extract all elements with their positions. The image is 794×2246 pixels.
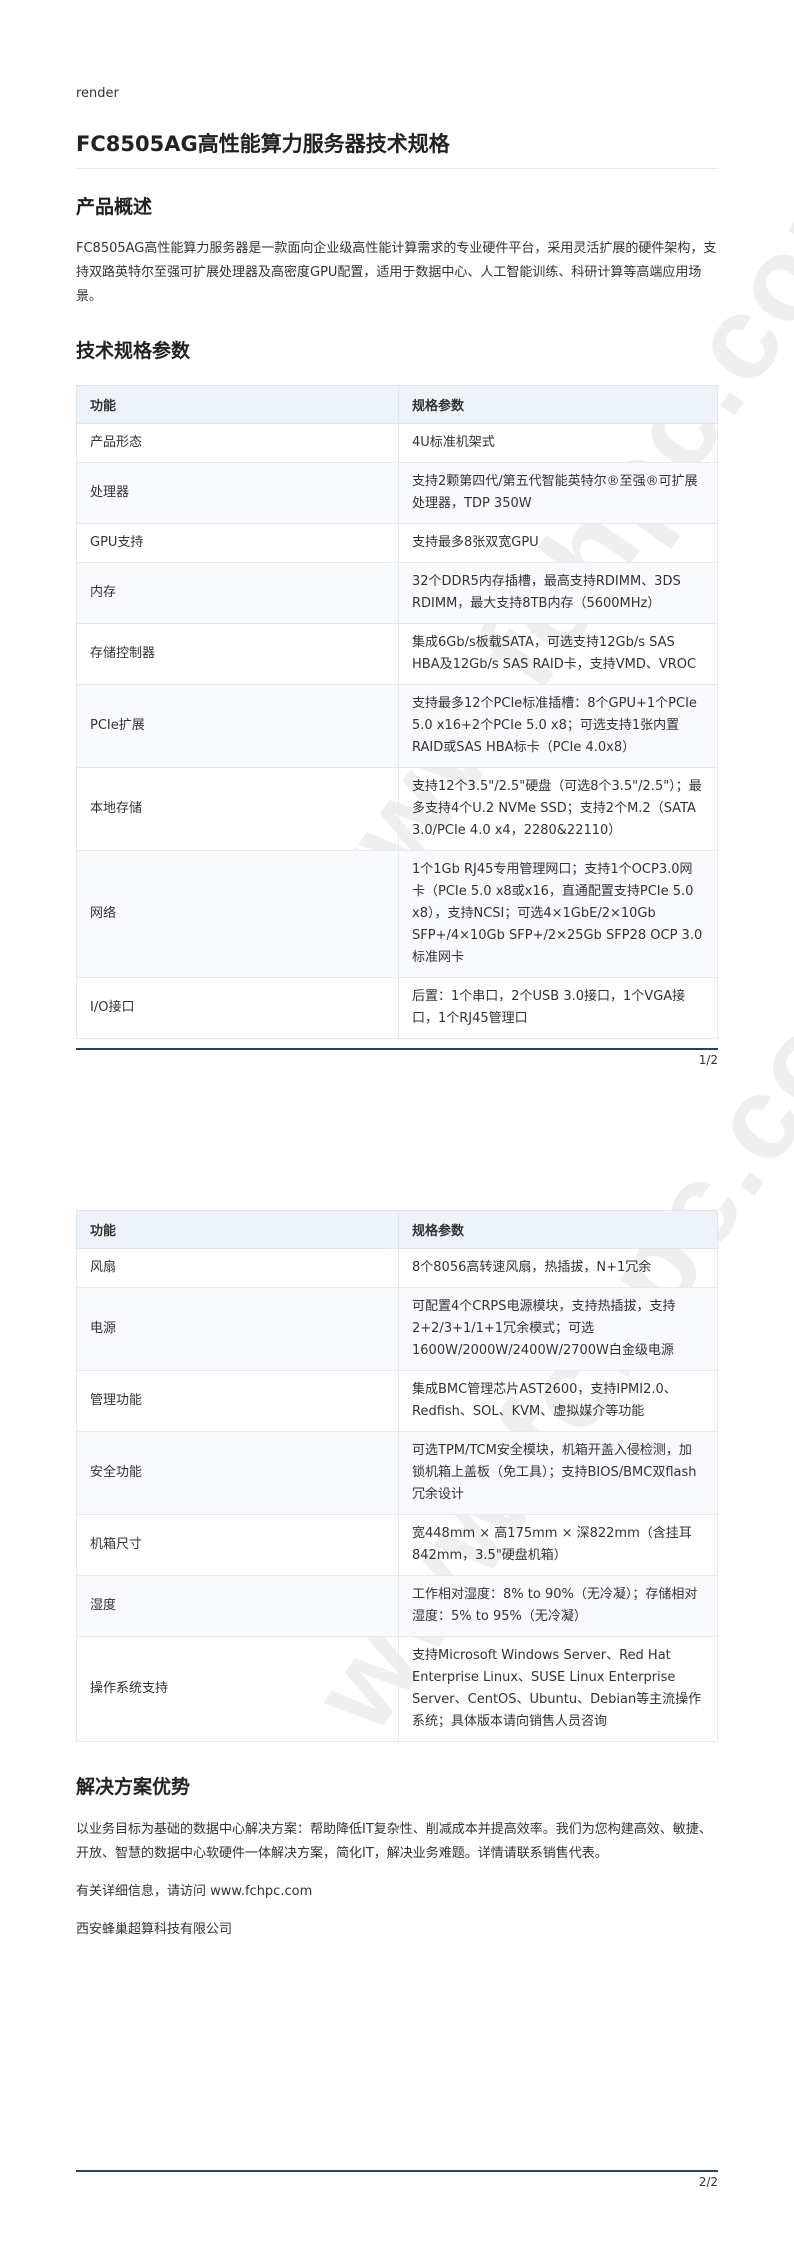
row-feature: GPU支持 (76, 523, 399, 563)
table-row: 机箱尺寸 宽448mm × 高175mm × 深822mm（含挂耳842mm，3.… (76, 1514, 718, 1576)
spec-table-1: 功能 规格参数 产品形态 4U标准机架式 处理器 支持2颗第四代/第五代智能英特尔®至… (76, 385, 718, 1039)
company-name: 西安蜂巢超算科技有限公司 (76, 1922, 233, 1937)
table-header-row: 功能 规格参数 (76, 385, 718, 424)
render-label: render (76, 86, 119, 101)
solution-text: 以业务目标为基础的数据中心解决方案：帮助降低IT复杂性、削减成本并提高效率。我们… (76, 1822, 712, 1861)
row-feature: 湿度 (76, 1575, 399, 1637)
overview-text: FC8505AG高性能算力服务器是一款面向企业级高性能计算需求的专业硬件平台，采… (76, 241, 717, 304)
header-feature: 功能 (76, 1210, 399, 1249)
row-spec: 8个8056高转速风扇，热插拔，N+1冗余 (398, 1248, 718, 1288)
row-feature: 内存 (76, 562, 399, 624)
table-row: I/O接口 后置：1个串口，2个USB 3.0接口，1个VGA接口，1个RJ45管… (76, 977, 718, 1039)
table-row: 内存 32个DDR5内存插槽，最高支持RDIMM、3DS RDIMM，最大支持8T… (76, 562, 718, 624)
spec-heading: 技术规格参数 (76, 340, 191, 362)
row-feature: 电源 (76, 1287, 399, 1371)
row-feature: 产品形态 (76, 423, 399, 463)
solution-heading: 解决方案优势 (76, 1776, 191, 1798)
table-row: 本地存储 支持12个3.5"/2.5"硬盘（可选8个3.5"/2.5"）；最多支持… (76, 767, 718, 851)
row-spec: 支持最多12个PCIe标准插槽：8个GPU+1个PCIe 5.0 x16+2个P… (398, 684, 718, 768)
table-row: 管理功能 集成BMC管理芯片AST2600，支持IPMI2.0、Redfish、S… (76, 1370, 718, 1432)
table-row: 操作系统支持 支持Microsoft Windows Server、Red Hat… (76, 1636, 718, 1742)
row-feature: 操作系统支持 (76, 1636, 399, 1742)
table-header-row: 功能 规格参数 (76, 1210, 718, 1249)
row-feature: PCIe扩展 (76, 684, 399, 768)
header-feature: 功能 (76, 385, 399, 424)
row-feature: 本地存储 (76, 767, 399, 851)
header-spec: 规格参数 (398, 385, 718, 424)
row-spec: 4U标准机架式 (398, 423, 718, 463)
row-spec: 宽448mm × 高175mm × 深822mm（含挂耳842mm，3.5"硬盘… (398, 1514, 718, 1576)
table-row: 风扇 8个8056高转速风扇，热插拔，N+1冗余 (76, 1248, 718, 1288)
row-spec: 支持Microsoft Windows Server、Red Hat Enter… (398, 1636, 718, 1742)
row-feature: 处理器 (76, 462, 399, 524)
table-row: 存储控制器 集成6Gb/s板载SATA，可选支持12Gb/s SAS HBA及12… (76, 623, 718, 685)
page-divider (76, 1048, 718, 1050)
page-divider (76, 2170, 718, 2172)
page-number: 2/2 (698, 2175, 718, 2189)
row-feature: 安全功能 (76, 1431, 399, 1515)
overview-heading: 产品概述 (76, 196, 153, 218)
row-spec: 工作相对湿度：8% to 90%（无冷凝）；存储相对湿度：5% to 95%（无… (398, 1575, 718, 1637)
row-feature: I/O接口 (76, 977, 399, 1039)
table-row: 处理器 支持2颗第四代/第五代智能英特尔®至强®可扩展处理器，TDP 350W (76, 462, 718, 524)
row-feature: 机箱尺寸 (76, 1514, 399, 1576)
row-spec: 后置：1个串口，2个USB 3.0接口，1个VGA接口，1个RJ45管理口 (398, 977, 718, 1039)
page-title: FC8505AG高性能算力服务器技术规格 (76, 128, 718, 169)
row-feature: 管理功能 (76, 1370, 399, 1432)
table-row: PCIe扩展 支持最多12个PCIe标准插槽：8个GPU+1个PCIe 5.0 x… (76, 684, 718, 768)
table-row: 安全功能 可选TPM/TCM安全模块，机箱开盖入侵检测，加锁机箱上盖板（免工具）；… (76, 1431, 718, 1515)
row-feature: 网络 (76, 850, 399, 978)
row-spec: 集成6Gb/s板载SATA，可选支持12Gb/s SAS HBA及12Gb/s … (398, 623, 718, 685)
row-feature: 风扇 (76, 1248, 399, 1288)
row-spec: 集成BMC管理芯片AST2600，支持IPMI2.0、Redfish、SOL、K… (398, 1370, 718, 1432)
row-spec: 可选TPM/TCM安全模块，机箱开盖入侵检测，加锁机箱上盖板（免工具）；支持BI… (398, 1431, 718, 1515)
table-row: 产品形态 4U标准机架式 (76, 423, 718, 463)
table-row: 网络 1个1Gb RJ45专用管理网口；支持1个OCP3.0网卡（PCIe 5.0… (76, 850, 718, 978)
page-number: 1/2 (698, 1053, 718, 1067)
row-feature: 存储控制器 (76, 623, 399, 685)
header-spec: 规格参数 (398, 1210, 718, 1249)
row-spec: 支持12个3.5"/2.5"硬盘（可选8个3.5"/2.5"）；最多支持4个U.… (398, 767, 718, 851)
table-row: 电源 可配置4个CRPS电源模块，支持热插拔，支持2+2/3+1/1+1冗余模式；… (76, 1287, 718, 1371)
row-spec: 可配置4个CRPS电源模块，支持热插拔，支持2+2/3+1/1+1冗余模式；可选… (398, 1287, 718, 1371)
table-row: 湿度 工作相对湿度：8% to 90%（无冷凝）；存储相对湿度：5% to 95%… (76, 1575, 718, 1637)
row-spec: 1个1Gb RJ45专用管理网口；支持1个OCP3.0网卡（PCIe 5.0 x… (398, 850, 718, 978)
table-row: GPU支持 支持最多8张双宽GPU (76, 523, 718, 563)
row-spec: 32个DDR5内存插槽，最高支持RDIMM、3DS RDIMM，最大支持8TB内… (398, 562, 718, 624)
row-spec: 支持最多8张双宽GPU (398, 523, 718, 563)
spec-table-2: 功能 规格参数 风扇 8个8056高转速风扇，热插拔，N+1冗余 电源 可配置4个CR… (76, 1210, 718, 1742)
visit-text: 有关详细信息，请访问 www.fchpc.com (76, 1884, 313, 1899)
row-spec: 支持2颗第四代/第五代智能英特尔®至强®可扩展处理器，TDP 350W (398, 462, 718, 524)
